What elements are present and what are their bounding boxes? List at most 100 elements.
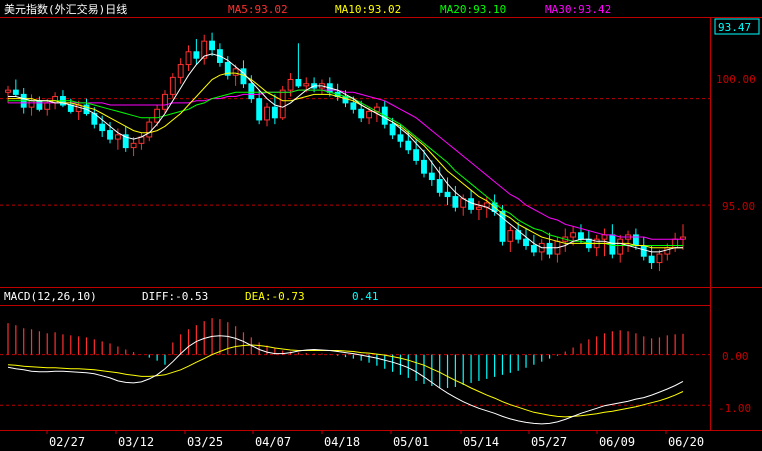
diff-line — [7, 335, 684, 425]
date-label: 04/07 — [255, 435, 291, 449]
candle — [138, 132, 145, 150]
candle-body — [366, 110, 372, 119]
candle-body — [114, 134, 121, 140]
last-price-label: 93.47 — [718, 21, 751, 34]
candle-body — [295, 78, 302, 87]
macd-tick-neg1: -1.00 — [718, 402, 751, 415]
date-label: 03/25 — [187, 435, 223, 449]
date-axis: 02/27 03/12 03/25 04/07 04/18 05/01 05/14 05/27… — [46, 430, 704, 449]
candle-body — [617, 238, 624, 255]
candle-body — [44, 102, 51, 110]
candle-body — [405, 140, 412, 151]
candle-body — [209, 40, 216, 51]
candle-body — [475, 206, 482, 210]
candle-body — [177, 64, 184, 78]
candle-body — [413, 149, 420, 161]
candle — [523, 228, 529, 250]
candle-body — [389, 123, 396, 136]
candle-body — [146, 121, 153, 138]
ma10-legend: MA10:93.02 — [335, 3, 401, 16]
ma20-legend: MA20:93.10 — [440, 3, 506, 16]
candle — [287, 73, 294, 97]
date-label: 05/27 — [531, 435, 567, 449]
candle-body — [232, 68, 239, 76]
candle — [185, 45, 192, 71]
ma30-legend: MA30:93.42 — [545, 3, 611, 16]
date-label: 05/01 — [393, 435, 429, 449]
candle — [216, 43, 223, 67]
macd-value-label: 0.41 — [352, 290, 379, 303]
date-label: 05/14 — [463, 435, 499, 449]
candlestick-series — [5, 32, 686, 272]
macd-title: MACD(12,26,10) — [4, 290, 97, 303]
macd-lines — [7, 335, 684, 425]
candle — [122, 126, 129, 152]
candle-body — [640, 245, 647, 257]
candle-body — [358, 108, 365, 119]
candle — [60, 90, 66, 108]
candle-body — [507, 230, 514, 242]
macd-tick-0: 0.00 — [722, 350, 749, 363]
candle-body — [279, 89, 286, 119]
candle — [593, 234, 600, 257]
candle-body — [428, 172, 435, 181]
candle — [201, 34, 208, 65]
candle — [617, 234, 624, 263]
candle-body — [99, 123, 106, 132]
date-label: 06/09 — [599, 435, 635, 449]
candle — [12, 79, 19, 97]
candle — [601, 228, 608, 257]
candle — [632, 228, 639, 250]
candle-body — [546, 242, 553, 255]
candle-body — [107, 130, 113, 140]
candle — [177, 58, 184, 84]
candle — [538, 239, 545, 261]
candle-body — [609, 234, 616, 255]
date-label: 06/20 — [668, 435, 704, 449]
candle — [130, 136, 137, 157]
candle-body — [28, 100, 35, 108]
candle-body — [12, 89, 19, 95]
ma20-line — [8, 89, 683, 246]
date-label: 03/12 — [118, 435, 154, 449]
candle — [672, 232, 679, 252]
candle — [264, 102, 270, 127]
candle — [319, 79, 325, 95]
ma5-line — [8, 53, 683, 253]
candle — [146, 117, 153, 142]
candle-body — [185, 51, 192, 66]
candle-body — [452, 196, 459, 208]
macd-diff-label: DIFF:-0.53 — [142, 290, 208, 303]
candle — [640, 237, 647, 261]
candle — [154, 105, 161, 127]
ma30-line — [8, 89, 683, 240]
candle-body — [350, 102, 357, 110]
candle — [28, 94, 35, 116]
candle-body — [436, 179, 443, 193]
ma5-legend: MA5:93.02 — [228, 3, 288, 16]
candle — [499, 205, 506, 246]
macd-dea-label: DEA:-0.73 — [245, 290, 305, 303]
candle-body — [530, 245, 537, 253]
candle — [475, 200, 482, 220]
candle-body — [672, 238, 679, 249]
candle — [334, 83, 341, 101]
candle-body — [648, 255, 655, 264]
candle — [507, 226, 514, 252]
date-label: 04/18 — [324, 435, 360, 449]
candle — [578, 224, 584, 244]
candle-body — [578, 232, 584, 240]
candle-body — [193, 51, 200, 59]
candle-body — [570, 232, 577, 238]
candle-body — [256, 98, 263, 121]
candle-body — [162, 93, 168, 110]
candle-body — [248, 83, 255, 100]
moving-average-lines — [8, 53, 683, 253]
candle-body — [421, 159, 427, 174]
candle — [279, 85, 286, 120]
candle — [546, 232, 553, 259]
candle — [326, 77, 333, 97]
candle — [193, 39, 200, 65]
chart-title: 美元指数(外汇交易)日线 — [4, 2, 127, 16]
candle-body — [264, 106, 270, 121]
